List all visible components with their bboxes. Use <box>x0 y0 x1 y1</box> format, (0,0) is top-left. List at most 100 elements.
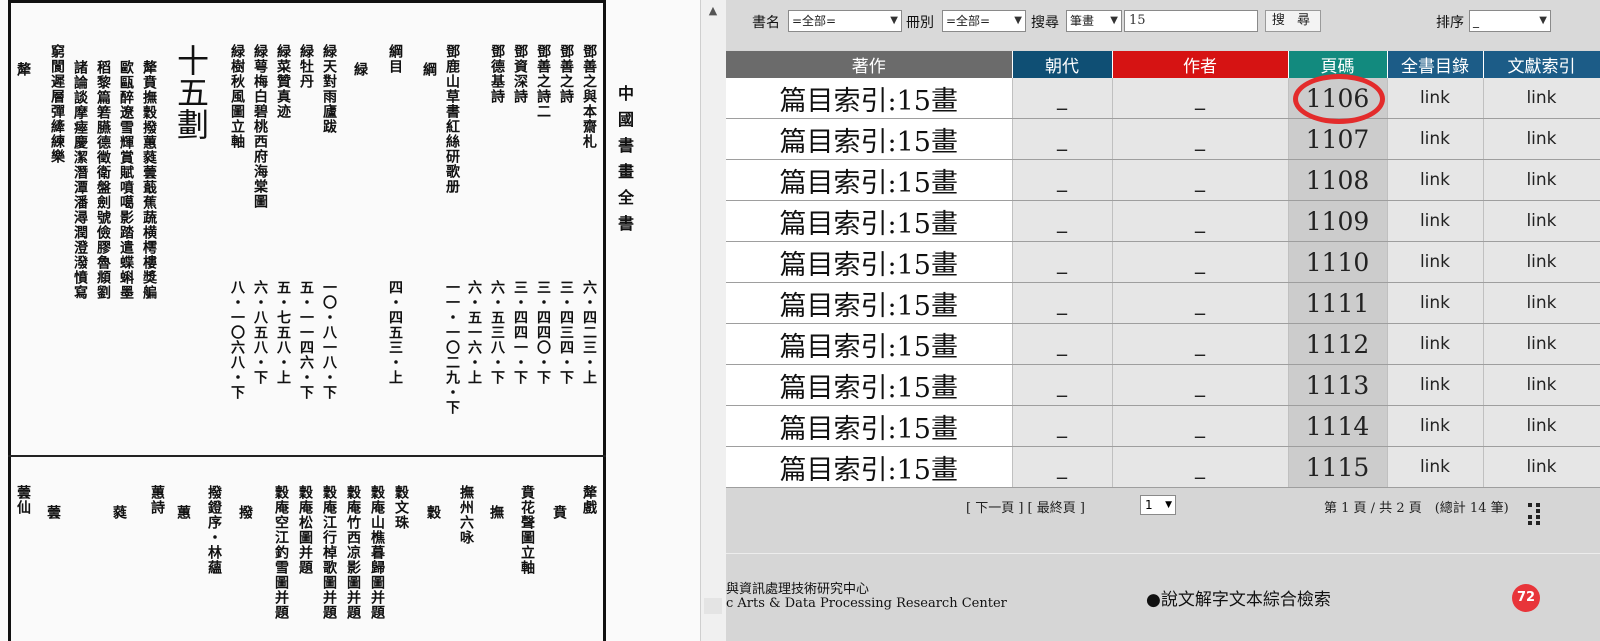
scan-entry: 撥鐙序・林蘊 <box>206 485 222 575</box>
page-cell: 1108 <box>1288 159 1388 201</box>
scan-entry: 鄧善之詩 <box>558 44 574 104</box>
scan-entry: 鄧善之與本齋札 <box>581 44 597 149</box>
scan-page-ref: 三・四四〇・下 <box>535 280 551 385</box>
scan-entry: 蕓仙 <box>15 485 31 515</box>
toc-link[interactable]: link <box>1387 405 1484 447</box>
book-name-select[interactable]: =全部= ▼ <box>788 10 902 32</box>
toc-link[interactable]: link <box>1387 241 1484 283</box>
resize-grip-icon[interactable] <box>1528 503 1544 527</box>
index-link[interactable]: link <box>1483 282 1600 324</box>
scroll-up-arrow-icon[interactable]: ▲ <box>705 4 721 18</box>
table-row[interactable]: 篇目索引:15畫 _ _ 1110 link link <box>726 241 1600 283</box>
volume-value: =全部= <box>946 14 991 28</box>
scan-entry: 穀庵空江釣雪圖并題 <box>273 485 289 620</box>
toc-link[interactable]: link <box>1387 446 1484 488</box>
table-row[interactable]: 篇目索引:15畫 _ _ 1112 link link <box>726 323 1600 365</box>
toc-link[interactable]: link <box>1387 282 1484 324</box>
table-row[interactable]: 篇目索引:15畫 _ _ 1109 link link <box>726 200 1600 242</box>
scan-entry: 穀庵江行棹歌圖并題 <box>321 485 337 620</box>
index-link[interactable]: link <box>1483 323 1600 365</box>
scan-page-ref: 五・一一四六・下 <box>298 280 314 400</box>
chevron-down-icon: ▼ <box>1014 15 1022 26</box>
header-work[interactable]: 著作 <box>726 51 1013 78</box>
sort-value: _ <box>1473 14 1479 28</box>
scan-page-ref: 三・四三四・下 <box>558 280 574 385</box>
index-link[interactable]: link <box>1483 405 1600 447</box>
dynasty-cell: _ <box>1012 323 1113 365</box>
sort-label: 排序 <box>1436 15 1464 31</box>
index-link[interactable]: link <box>1483 364 1600 406</box>
search-toolbar: 書名 =全部= ▼ 冊別 =全部= ▼ 搜尋 筆畫 ▼ 15 搜 尋 排序 _ … <box>726 0 1600 50</box>
toc-link[interactable]: link <box>1387 323 1484 365</box>
work-cell: 篇目索引:15畫 <box>726 159 1013 201</box>
pager-status: 第 1 頁 / 共 2 頁 (總計 14 筆) <box>1324 501 1509 516</box>
dynasty-cell: _ <box>1012 78 1113 119</box>
table-row[interactable]: 篇目索引:15畫 _ _ 1114 link link <box>726 405 1600 447</box>
index-link[interactable]: link <box>1483 159 1600 201</box>
volume-select[interactable]: =全部= ▼ <box>942 10 1026 32</box>
author-cell: _ <box>1112 405 1289 447</box>
scanned-page-pane: 中國書畫全書 十五劃 鄧善之與本齋札 鄧善之詩 鄧善之詩二 鄧資深詩 鄧德基詩 … <box>0 0 700 641</box>
scan-entry: 鄧鹿山草書紅絲研歌册 <box>444 44 460 194</box>
chevron-down-icon: ▼ <box>1165 500 1172 510</box>
header-dynasty[interactable]: 朝代 <box>1012 51 1113 78</box>
header-full-toc[interactable]: 全書目錄 <box>1387 51 1484 78</box>
page-cell: 1112 <box>1288 323 1388 365</box>
dynasty-cell: _ <box>1012 282 1113 324</box>
vertical-scrollbar[interactable]: ▲ <box>700 0 726 641</box>
header-author[interactable]: 作者 <box>1112 51 1289 78</box>
work-cell: 篇目索引:15畫 <box>726 282 1013 324</box>
scan-entry: 穀文珠 <box>393 485 409 530</box>
scan-page-ref: 六・八五八・下 <box>252 280 268 385</box>
page-select[interactable]: 1 ▼ <box>1140 495 1176 515</box>
table-row[interactable]: 篇目索引:15畫 _ _ 1108 link link <box>726 159 1600 201</box>
scan-entry: 緑菜贊真迹 <box>275 44 291 119</box>
scrollbar-thumb[interactable] <box>704 598 722 614</box>
index-link[interactable]: link <box>1483 446 1600 488</box>
index-link[interactable]: link <box>1483 78 1600 119</box>
table-row[interactable]: 篇目索引:15畫 _ _ 1106 link link <box>726 78 1600 119</box>
scan-entry: 蕤 <box>111 505 127 520</box>
scan-entry: 緑萼梅白碧桃西府海棠圖 <box>252 44 268 209</box>
scan-entry: 窮閬遲層彈縴練樂 <box>49 44 65 164</box>
author-cell: _ <box>1112 118 1289 160</box>
toc-link[interactable]: link <box>1387 200 1484 242</box>
scan-entry: 蕙詩 <box>149 485 165 515</box>
toc-link[interactable]: link <box>1387 78 1484 119</box>
scan-book-title: 中國書畫全書 <box>615 85 634 241</box>
page-cell: 1107 <box>1288 118 1388 160</box>
scan-entry: 鄧德基詩 <box>489 44 505 104</box>
scan-page-ref: 四・四五三・上 <box>387 280 403 385</box>
sort-select[interactable]: _ ▼ <box>1469 10 1551 32</box>
search-type-select[interactable]: 筆畫 ▼ <box>1066 10 1122 32</box>
dynasty-cell: _ <box>1012 364 1113 406</box>
work-cell: 篇目索引:15畫 <box>726 241 1013 283</box>
index-link[interactable]: link <box>1483 118 1600 160</box>
table-row[interactable]: 篇目索引:15畫 _ _ 1111 link link <box>726 282 1600 324</box>
table-row[interactable]: 篇目索引:15畫 _ _ 1115 link link <box>726 446 1600 488</box>
search-button[interactable]: 搜 尋 <box>1265 10 1321 32</box>
toc-link[interactable]: link <box>1387 159 1484 201</box>
pager-nav-links[interactable]: [ 下一頁 ] [ 最終頁 ] <box>966 497 1085 516</box>
dynasty-cell: _ <box>1012 241 1113 283</box>
footer-center-name-en: c Arts & Data Processing Research Center <box>726 596 1007 611</box>
header-page[interactable]: 頁碼 <box>1288 51 1388 78</box>
scan-entry: 鄧資深詩 <box>512 44 528 104</box>
scan-entry: 犛戲 <box>581 485 597 515</box>
scan-page-ref: 六・四二三・上 <box>581 280 597 385</box>
toc-link[interactable]: link <box>1387 118 1484 160</box>
index-link[interactable]: link <box>1483 241 1600 283</box>
table-row[interactable]: 篇目索引:15畫 _ _ 1107 link link <box>726 118 1600 160</box>
header-doc-index[interactable]: 文獻索引 <box>1483 51 1600 78</box>
chevron-down-icon: ▼ <box>1110 15 1118 26</box>
author-cell: _ <box>1112 78 1289 119</box>
shuowen-search-link[interactable]: ●說文解字文本綜合檢索 <box>1146 585 1331 610</box>
search-input[interactable]: 15 <box>1124 10 1258 32</box>
scan-entry: 撫 <box>488 505 504 520</box>
table-row[interactable]: 篇目索引:15畫 _ _ 1113 link link <box>726 364 1600 406</box>
toc-link[interactable]: link <box>1387 364 1484 406</box>
volume-label: 冊別 <box>906 15 934 31</box>
index-link[interactable]: link <box>1483 200 1600 242</box>
work-cell: 篇目索引:15畫 <box>726 200 1013 242</box>
heart-badge-icon[interactable]: 72 <box>1512 584 1540 612</box>
